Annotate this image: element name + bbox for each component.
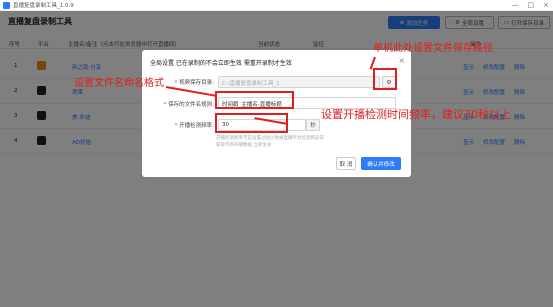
folder-highlight-box (373, 68, 397, 90)
save-dir-input[interactable]: C:\直播复盘录制工具_1 (218, 76, 380, 88)
dialog-title: 全局设置 已在录制的不会立即生效 需重开录制才生效 (150, 60, 292, 67)
minimize-icon[interactable]: — (512, 1, 519, 9)
close-window-icon[interactable]: × (543, 1, 549, 9)
confirm-button[interactable]: 确认并修改 (361, 157, 401, 170)
filename-label: * 保存的文件名规则: (163, 102, 214, 108)
window-titlebar: 直播复盘录制工具_1.0.9 — □ × (0, 0, 553, 11)
annotation-folder: 单机此处设置文件保存路径 (373, 43, 493, 54)
window-controls: — □ × (512, 1, 550, 9)
hint-text: 获取不到开播数据 立即生效 (216, 143, 272, 148)
app-icon (3, 1, 10, 9)
maximize-icon[interactable]: □ (528, 1, 535, 9)
window-title: 直播复盘录制工具_1.0.9 (13, 3, 74, 9)
interval-label: * 开播检测频率: (174, 123, 214, 129)
annotation-filename: 设置文件名命名格式 (74, 78, 164, 89)
filename-highlight-box (215, 91, 294, 109)
interval-unit: 秒 (306, 119, 320, 131)
annotation-interval: 设置开播检测时间频率，建议30秒以上 (321, 108, 511, 121)
close-icon[interactable]: × (398, 56, 405, 65)
hint-text: 开播检测频率不宜设置过短以免被直播平台检测到异常 (216, 136, 324, 141)
cancel-button[interactable]: 取 消 (336, 157, 356, 170)
